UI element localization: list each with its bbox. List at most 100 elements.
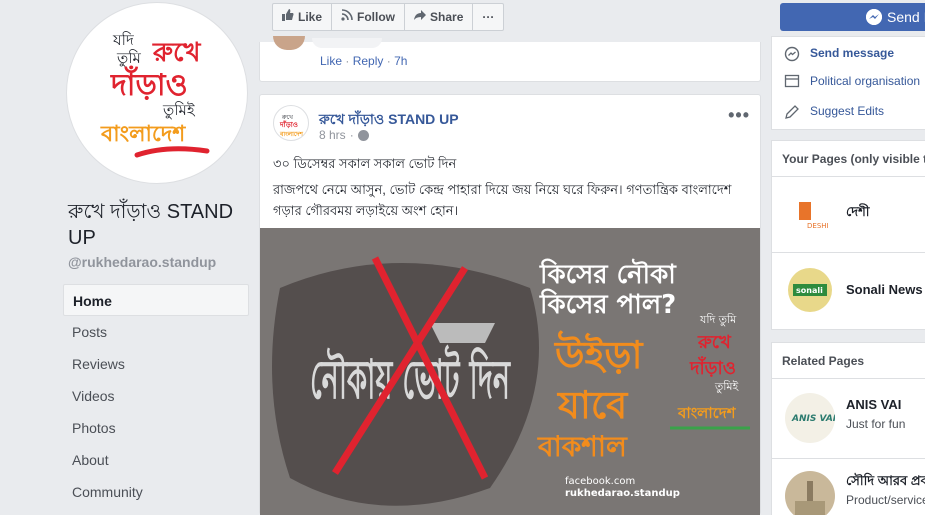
more-options-icon: ···	[482, 10, 495, 24]
deshi-logo-text: DESHI	[807, 222, 829, 230]
post-time-text: 8 hrs	[319, 128, 346, 142]
page-nav: Home Posts Reviews Videos Photos About C…	[63, 284, 249, 508]
messenger-icon	[866, 9, 882, 25]
comment-bubble	[312, 38, 382, 48]
anis-logo-text: ANIS VAI	[791, 414, 835, 424]
post-text-body: রাজপথে নেমে আসুন, ভোট কেন্দ্র পাহারা দিয…	[273, 182, 732, 218]
logo-text-3: রুখে	[152, 38, 201, 68]
follow-button-label: Follow	[357, 10, 396, 24]
send-message-label: Send message	[810, 46, 895, 60]
poster-footer-2: rukhedarao.standup	[565, 488, 680, 499]
sonali-logo-text: sonali	[796, 286, 823, 295]
poster-orange-1: উইড়া	[553, 330, 644, 377]
related-page-category: Product/service	[846, 493, 925, 507]
page-thumb-sonali: sonali	[785, 265, 835, 315]
share-button-label: Share	[430, 10, 464, 24]
nav-item-videos[interactable]: Videos	[63, 380, 249, 412]
related-pages-title: Related Pages	[772, 343, 925, 379]
send-button-label: Send I	[887, 9, 925, 25]
suggest-edits-link[interactable]: Suggest Edits	[784, 104, 885, 119]
rss-icon	[341, 4, 353, 30]
poster-graphic: নৌকায় ভোট দিন কিসের নৌকা কিসের পাল? উইড…	[260, 228, 760, 515]
comment-reply-link[interactable]: Reply	[353, 54, 384, 68]
dot-separator: ·	[349, 128, 354, 142]
nav-item-reviews[interactable]: Reviews	[63, 348, 249, 380]
commenter-avatar[interactable]	[273, 36, 305, 50]
nav-item-about[interactable]: About	[63, 444, 249, 476]
page-thumb-deshi: DESHI	[785, 190, 835, 240]
logo-text-1: যদি	[112, 31, 135, 49]
page-action-bar: Like Follow Share ···	[272, 3, 505, 31]
related-page-category: Just for fun	[846, 417, 906, 431]
comment-separator: ·	[345, 54, 350, 68]
send-message-link[interactable]: Send message	[784, 46, 895, 62]
boat-icon	[430, 323, 495, 343]
comment-separator: ·	[386, 54, 391, 68]
poster-question-1: কিসের নৌকা	[539, 258, 677, 290]
page-handle[interactable]: @rukhedarao.standup	[68, 254, 216, 270]
your-page-name[interactable]: Sonali News	[846, 282, 923, 297]
your-pages-title: Your Pages (only visible t	[772, 141, 925, 177]
avatar-logo-text-1: রুখে	[281, 114, 294, 121]
logo-text-2: তুমি	[116, 49, 142, 67]
poster-stamp-5: বাংলাদেশ	[677, 404, 737, 422]
comment-like-link[interactable]: Like	[320, 54, 342, 68]
poster-stamp-2: রুখে	[697, 332, 732, 353]
poster-orange-3: বাকশাল	[537, 430, 628, 463]
avatar-logo-text-2: দাঁড়াও	[279, 119, 298, 129]
page-info-card: Send message Political organisation Sugg…	[771, 36, 925, 130]
related-page-item[interactable]: ANIS VAI ANIS VAI Just for fun	[772, 379, 925, 459]
nav-item-community[interactable]: Community	[63, 476, 249, 508]
page-title[interactable]: রুখে দাঁড়াও STAND UP	[68, 199, 238, 251]
your-page-name[interactable]: দেশী	[846, 203, 870, 224]
messenger-outline-icon	[784, 46, 800, 62]
more-options-button[interactable]: ···	[473, 4, 503, 30]
nav-item-posts[interactable]: Posts	[63, 316, 249, 348]
post-author-avatar[interactable]: রুখে দাঁড়াও বাংলাদেশ	[273, 105, 309, 141]
logo-swoosh	[134, 146, 210, 158]
page-logo: যদি তুমি রুখে দাঁড়াও তুমিই বাংলাদেশ	[100, 31, 210, 158]
logo-text-4: দাঁড়াও	[110, 65, 188, 103]
nav-item-photos[interactable]: Photos	[63, 412, 249, 444]
poster-stamp-3: দাঁড়াও	[689, 356, 736, 379]
comment-time[interactable]: 7h	[394, 54, 407, 68]
poster-stamp-4: তুমিই	[714, 380, 740, 393]
category-link[interactable]: Political organisation	[784, 74, 920, 88]
comment-actions: Like · Reply · 7h	[320, 54, 407, 68]
left-column: যদি তুমি রুখে দাঁড়াও তুমিই বাংলাদেশ রুখ…	[0, 0, 259, 515]
related-page-item[interactable]: সৌদি আরব প্রবা Product/service	[772, 459, 925, 515]
logo-text-6: বাংলাদেশ	[100, 122, 186, 147]
your-pages-card: Your Pages (only visible t DESHI দেশী so…	[771, 140, 925, 330]
send-message-button[interactable]: Send I	[780, 3, 925, 31]
share-button[interactable]: Share	[405, 4, 474, 30]
flag-icon	[784, 74, 800, 88]
related-page-name[interactable]: সৌদি আরব প্রবা	[846, 472, 925, 493]
previous-post-comment: Like · Reply · 7h	[259, 36, 761, 82]
logo-text-5: তুমিই	[162, 101, 196, 119]
share-arrow-icon	[414, 4, 427, 30]
like-button-label: Like	[298, 10, 323, 24]
globe-icon	[357, 129, 369, 141]
like-button[interactable]: Like	[273, 4, 333, 30]
category-label: Political organisation	[810, 74, 921, 88]
post-timestamp[interactable]: 8 hrs ·	[319, 128, 369, 142]
related-pages-card: Related Pages ANIS VAI ANIS VAI Just for…	[771, 342, 925, 515]
suggest-edits-label: Suggest Edits	[810, 104, 885, 118]
poster-orange-2: যাবে	[556, 383, 629, 427]
your-page-item[interactable]: DESHI দেশী	[772, 177, 925, 253]
page-profile-picture[interactable]: যদি তুমি রুখে দাঁড়াও তুমিই বাংলাদেশ	[66, 2, 248, 184]
post-more-button[interactable]: •••	[728, 105, 750, 126]
post-image[interactable]: নৌকায় ভোট দিন কিসের নৌকা কিসের পাল? উইড…	[260, 228, 760, 515]
related-page-name[interactable]: ANIS VAI	[846, 397, 901, 412]
your-page-item[interactable]: sonali Sonali News	[772, 253, 925, 329]
post-text-line1: ৩০ ডিসেম্বর সকাল সকাল ভোট দিন	[273, 156, 457, 171]
pencil-icon	[784, 104, 800, 119]
thumbs-up-icon	[282, 4, 294, 30]
poster-stamp-1: যদি তুমি	[699, 313, 737, 326]
page-thumb-anis: ANIS VAI	[785, 393, 835, 443]
page-thumb-saudi	[785, 471, 835, 515]
follow-button[interactable]: Follow	[332, 4, 406, 30]
poster-question-2: কিসের পাল?	[539, 288, 676, 320]
poster-footer-1: facebook.com	[565, 476, 635, 487]
nav-item-home[interactable]: Home	[63, 284, 249, 316]
